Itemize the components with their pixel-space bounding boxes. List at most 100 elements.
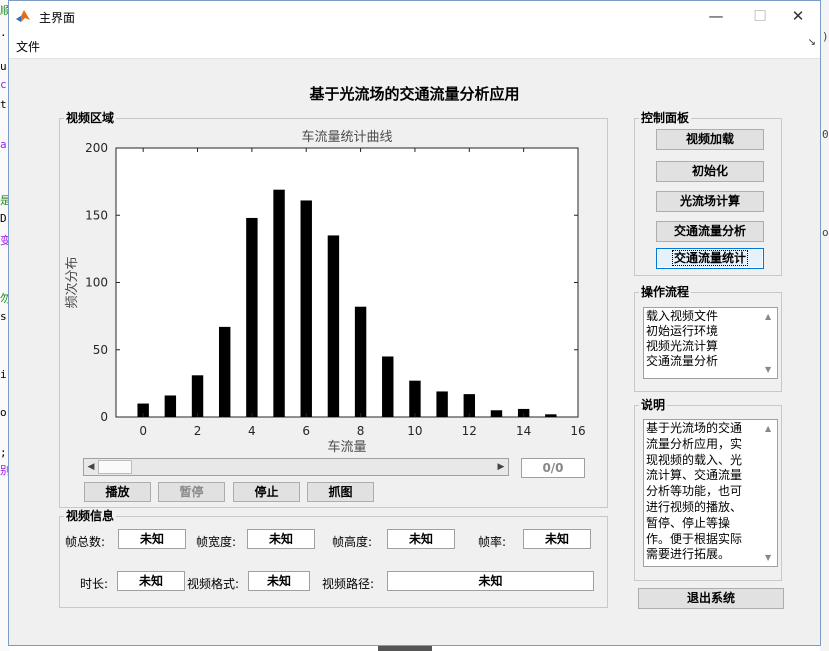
bg-char: s (0, 310, 7, 323)
scroll-down-icon[interactable]: ▼ (765, 553, 771, 562)
description-textbox[interactable]: 基于光流场的交通 流量分析应用，实 现视频的载入、光 流计算、交通流量 分析等功… (643, 419, 778, 567)
maximize-button[interactable]: ☐ (745, 5, 775, 27)
x-tick-label: 4 (248, 424, 256, 438)
main-window: 主界面 — ☐ ✕ 文件 ↘ 基于光流场的交通流量分析应用 视频区域 02468… (8, 0, 821, 646)
total-frames-field: 未知 (118, 529, 186, 549)
initialize-label: 初始化 (691, 164, 728, 178)
stop-button[interactable]: 停止 (233, 482, 300, 502)
bg-char: i (0, 368, 7, 381)
process-listbox[interactable]: 载入视频文件 初始运行环境 视频光流计算 交通流量分析 ▲ ▼ (643, 307, 778, 379)
bg-char: a (0, 138, 7, 151)
load-video-button[interactable]: 视频加载 (656, 129, 764, 150)
bg-char: . (0, 26, 7, 39)
bg-char: 0 (822, 128, 829, 141)
x-tick-label: 2 (194, 424, 202, 438)
video-format-field: 未知 (248, 571, 310, 591)
optical-flow-button[interactable]: 光流场计算 (656, 191, 764, 212)
menu-bar: 文件 ↘ (9, 32, 820, 59)
list-item[interactable]: 视频光流计算 (646, 339, 718, 354)
bg-char: c (0, 78, 7, 91)
list-item[interactable]: 载入视频文件 (646, 309, 718, 324)
fps-field: 未知 (523, 529, 591, 549)
process-scrollbar[interactable]: ▲ ▼ (763, 308, 777, 378)
y-tick-label: 50 (93, 343, 108, 357)
frame-height-field: 未知 (387, 529, 455, 549)
bg-char: ) (822, 30, 829, 43)
x-tick-label: 16 (570, 424, 585, 438)
frame-width-label: 帧宽度: (196, 535, 237, 549)
chart-title: 车流量统计曲线 (301, 129, 392, 145)
bar (218, 326, 231, 417)
bg-char: o (0, 406, 7, 419)
description-line: 需要进行拓展。 (646, 547, 731, 562)
bar (164, 395, 177, 417)
scroll-down-icon[interactable]: ▼ (765, 365, 771, 374)
description-line: 作。便于根据实际 (646, 531, 743, 546)
duration-label: 时长: (80, 577, 109, 591)
title-bar: 主界面 — ☐ ✕ (9, 1, 820, 32)
duration-field: 未知 (117, 571, 185, 591)
y-tick-label: 0 (100, 410, 108, 424)
description-line: 暂停、停止等操 (646, 515, 731, 530)
description-panel-title: 说明 (639, 397, 668, 413)
list-item[interactable]: 交通流量分析 (646, 354, 718, 369)
x-tick-label: 6 (302, 424, 310, 438)
grab-frame-button[interactable]: 抓图 (307, 482, 374, 502)
video-info-title: 视频信息 (64, 508, 117, 524)
description-line: 进行视频的播放、 (646, 499, 743, 514)
description-scrollbar[interactable]: ▲ ▼ (763, 420, 777, 566)
slider-thumb[interactable] (98, 460, 132, 474)
bar (409, 380, 421, 417)
bar (191, 375, 204, 417)
process-list: 载入视频文件 初始运行环境 视频光流计算 交通流量分析 (646, 309, 718, 369)
bg-char: o (822, 226, 829, 239)
chart-ylabel: 频次分布 (64, 256, 80, 308)
traffic-statistics-button[interactable]: 交通流量统计 (656, 248, 764, 269)
y-tick-label: 150 (85, 208, 108, 222)
video-format-label: 视频格式: (187, 577, 240, 591)
scroll-up-icon[interactable]: ▲ (765, 312, 771, 321)
list-item[interactable]: 初始运行环境 (646, 324, 718, 339)
bg-char: t (0, 98, 7, 111)
frame-height-label: 帧高度: (332, 535, 373, 549)
slider-left-arrow-icon[interactable]: ◀ (84, 459, 98, 475)
bg-char: ; (0, 446, 7, 459)
fps-label: 帧率: (478, 535, 507, 549)
bg-char: u (0, 60, 7, 73)
matlab-icon (16, 10, 30, 22)
page-title: 基于光流场的交通流量分析应用 (309, 85, 520, 103)
bar (327, 235, 340, 417)
corner-arrow-icon: ↘ (807, 37, 816, 48)
scroll-up-icon[interactable]: ▲ (765, 424, 771, 433)
minimize-button[interactable]: — (701, 5, 731, 27)
traffic-analysis-button[interactable]: 交通流量分析 (656, 221, 764, 242)
video-progress-slider[interactable]: ◀ ▶ (83, 458, 509, 476)
description-line: 流量分析应用，实 (646, 436, 743, 451)
video-path-field: 未知 (387, 571, 594, 591)
bar (273, 189, 285, 417)
menu-file[interactable]: 文件 (16, 38, 40, 55)
bar (246, 217, 258, 417)
slider-right-arrow-icon[interactable]: ▶ (494, 459, 508, 475)
optical-flow-label: 光流场计算 (679, 194, 740, 208)
traffic-analysis-label: 交通流量分析 (673, 224, 746, 238)
traffic-chart: 0 2 4 6 8 10 12 14 16 0 50 100 150 200 车流量统计曲线车流量 频次分布 (64, 129, 586, 455)
background-editor-right: ) 0 o (820, 0, 829, 651)
close-button[interactable]: ✕ (783, 5, 813, 27)
initialize-button[interactable]: 初始化 (656, 161, 764, 182)
y-tick-label: 100 (85, 276, 108, 290)
description-line: 流计算、交通流量 (646, 468, 743, 483)
plot-area (115, 147, 579, 418)
x-tick-label: 0 (139, 424, 147, 438)
bar (382, 356, 394, 417)
play-button[interactable]: 播放 (84, 482, 151, 502)
bg-char: D (0, 212, 7, 225)
bar (436, 391, 448, 417)
bar (354, 306, 367, 417)
description-line: 分析等功能，也可 (646, 484, 743, 499)
bar (545, 414, 557, 417)
process-panel-title: 操作流程 (639, 284, 692, 300)
exit-button[interactable]: 退出系统 (638, 588, 784, 609)
bar (300, 200, 312, 417)
pause-button[interactable]: 暂停 (158, 482, 225, 502)
